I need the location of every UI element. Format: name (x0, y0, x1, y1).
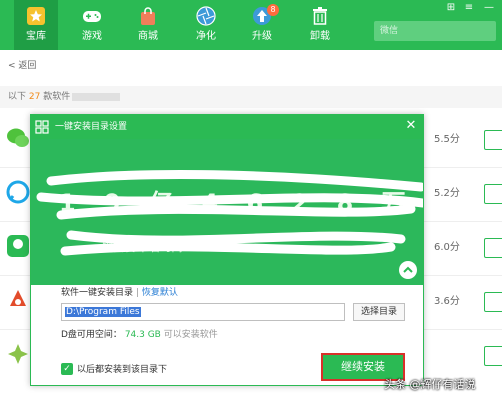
choose-dir-button[interactable]: 选择目录 (353, 303, 405, 321)
game-app-icon (10, 290, 26, 306)
nav-label: 净化 (196, 31, 216, 42)
software-count: 以下 27 款软件 (8, 91, 121, 103)
nav-tab-purify[interactable]: 净化 (184, 0, 228, 50)
install-button[interactable] (484, 346, 502, 366)
dialog-banner: 1 9 亿 4 6 2 8 万 3 0 2 0 一键安装 节省时间 (31, 139, 423, 285)
shopping-bag-icon (141, 7, 155, 25)
nav-label: 商城 (138, 31, 158, 42)
dialog-titlebar: 一键安装目录设置 ✕ (31, 115, 423, 139)
nav-tab-treasury[interactable]: 宝库 (14, 0, 58, 50)
search-input[interactable]: 微信 (374, 21, 496, 41)
nav-label: 卸载 (310, 31, 330, 42)
menu-button[interactable]: ≡ (462, 2, 476, 14)
nav-label: 游戏 (82, 31, 102, 42)
remember-dir-checkbox[interactable]: ✓ (61, 363, 73, 375)
continue-install-button[interactable]: 继续安装 (321, 353, 405, 381)
space-suffix: 可以安装软件 (163, 330, 218, 340)
back-link[interactable]: < 返回 (8, 60, 36, 72)
install-button[interactable] (484, 238, 502, 258)
nav-tab-upgrade[interactable]: 8 升级 (240, 0, 284, 50)
count-suffix: 款软件 (43, 92, 71, 102)
tool-app-icon (8, 344, 28, 364)
install-dir-input[interactable]: D:\Program Files (61, 303, 345, 321)
install-dir-value: D:\Program Files (65, 307, 141, 317)
nav-tab-uninstall[interactable]: 卸载 (298, 0, 342, 50)
top-nav-bar: 宝库 游戏 商城 净化 8 升级 卸载 ⊞ ≡ — 微信 (0, 0, 502, 50)
trash-icon (313, 7, 327, 25)
nav-tab-games[interactable]: 游戏 (70, 0, 114, 50)
update-count-badge: 8 (267, 4, 279, 16)
star-icon (27, 7, 45, 25)
install-button[interactable] (484, 184, 502, 204)
install-dir-label-row: 软件一键安装目录 | 恢复默认 (61, 288, 178, 298)
install-dir-label: 软件一键安装目录 (61, 288, 134, 298)
count-prefix: 以下 (8, 92, 27, 102)
count-number: 27 (28, 92, 41, 102)
remember-dir-label: 以后都安装到该目录下 (77, 365, 168, 375)
minimize-button[interactable]: — (482, 2, 496, 14)
scribble-overlay (36, 169, 423, 256)
rating-score: 6.0分 (434, 242, 460, 253)
collapse-banner-button[interactable] (399, 261, 417, 279)
back-label: 返回 (18, 61, 37, 71)
skin-button[interactable]: ⊞ (444, 2, 458, 14)
install-button[interactable] (484, 130, 502, 150)
wechat-icon (7, 128, 29, 147)
rating-score: 5.5分 (434, 134, 460, 145)
aperture-icon (196, 6, 216, 26)
install-button[interactable] (484, 292, 502, 312)
nav-label: 升级 (252, 31, 272, 42)
rating-score: 5.2分 (434, 188, 460, 199)
app-grid-icon (35, 120, 49, 134)
space-prefix: D盘可用空间： (61, 330, 122, 340)
space-value: 74.3 GB (124, 330, 161, 340)
gamepad-icon (83, 11, 101, 22)
list-header-bar: 以下 27 款软件 (0, 86, 502, 108)
chevron-up-icon (403, 266, 413, 273)
watermark-text: 头条 @辉仔有话说 (384, 378, 476, 391)
nav-label: 宝库 (26, 31, 46, 42)
restore-default-link[interactable]: 恢复默认 (142, 288, 178, 298)
chat-bubble-icon (6, 180, 30, 204)
install-dir-dialog: 一键安装目录设置 ✕ 1 9 亿 4 6 2 8 万 3 0 2 0 一键安装 … (30, 114, 424, 386)
redacted-text (72, 92, 121, 101)
rating-score: 3.6分 (434, 296, 460, 307)
close-icon[interactable]: ✕ (403, 118, 419, 134)
nav-tab-store[interactable]: 商城 (126, 0, 170, 50)
green-app-icon (7, 235, 29, 257)
free-space-info: D盘可用空间： 74.3 GB 可以安装软件 (61, 329, 218, 341)
dialog-title: 一键安装目录设置 (55, 122, 128, 132)
